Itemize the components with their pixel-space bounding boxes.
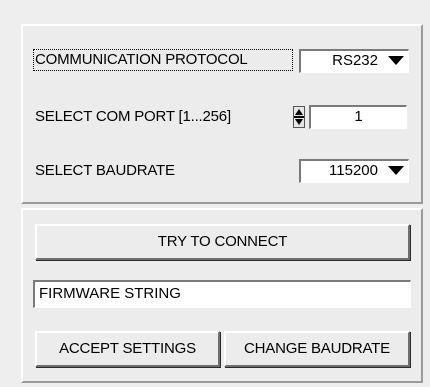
change-baudrate-button[interactable]: CHANGE BAUDRATE bbox=[224, 331, 410, 367]
protocol-select[interactable]: RS232 bbox=[299, 49, 409, 73]
communication-settings-panel: COMMUNICATION PROTOCOL RS232 SELECT COM … bbox=[21, 24, 423, 204]
connection-panel: TRY TO CONNECT FIRMWARE STRING ACCEPT SE… bbox=[21, 208, 423, 383]
baudrate-label: SELECT BAUDRATE bbox=[35, 162, 175, 179]
decrement-arrow-icon[interactable] bbox=[295, 119, 303, 125]
baudrate-value: 115200 bbox=[329, 162, 378, 179]
spinner-divider bbox=[294, 116, 304, 118]
try-to-connect-button[interactable]: TRY TO CONNECT bbox=[35, 224, 410, 260]
chevron-down-icon[interactable] bbox=[388, 166, 404, 175]
protocol-label: COMMUNICATION PROTOCOL bbox=[35, 51, 248, 68]
accept-settings-button[interactable]: ACCEPT SETTINGS bbox=[35, 331, 220, 367]
protocol-value: RS232 bbox=[332, 52, 378, 69]
com-port-label: SELECT COM PORT [1...256] bbox=[35, 108, 231, 125]
baudrate-select[interactable]: 115200 bbox=[299, 159, 409, 183]
com-port-input[interactable]: 1 bbox=[309, 105, 407, 129]
com-port-spinner-icon[interactable] bbox=[293, 106, 305, 128]
firmware-string-field[interactable]: FIRMWARE STRING bbox=[33, 280, 411, 308]
chevron-down-icon[interactable] bbox=[388, 56, 404, 65]
increment-arrow-icon[interactable] bbox=[295, 109, 303, 115]
